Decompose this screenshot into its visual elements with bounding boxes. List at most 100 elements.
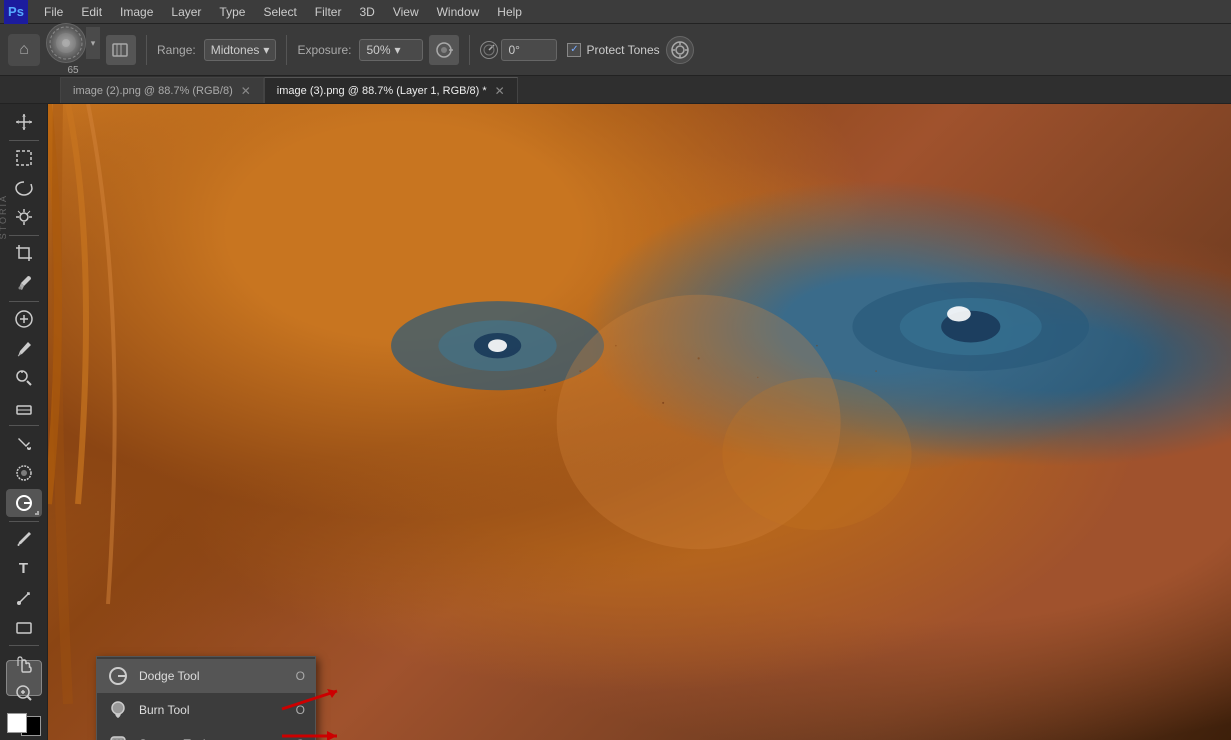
- eraser-icon: [14, 398, 34, 418]
- eyedropper-btn[interactable]: [6, 269, 42, 297]
- menu-view[interactable]: View: [385, 3, 427, 21]
- brush-btn[interactable]: [6, 335, 42, 363]
- type-btn[interactable]: T: [6, 555, 42, 583]
- crop-btn[interactable]: [6, 240, 42, 268]
- sidebar-label: STORIA: [0, 194, 8, 239]
- brush-circle-icon: [48, 25, 84, 61]
- flyout-burn-tool[interactable]: Burn Tool O: [97, 693, 315, 727]
- rect-shape-btn[interactable]: [6, 614, 42, 642]
- blur-icon: [14, 463, 34, 483]
- move-icon: [14, 112, 34, 132]
- dodge-tool-label: Dodge Tool: [139, 669, 286, 683]
- menu-layer[interactable]: Layer: [163, 3, 209, 21]
- burn-tool-shortcut: O: [296, 703, 305, 717]
- pen-icon: [14, 529, 34, 549]
- target-button[interactable]: [666, 36, 694, 64]
- toolbar-sep-1: [9, 140, 39, 141]
- crop-icon: [14, 243, 34, 263]
- rect-select-btn[interactable]: [6, 144, 42, 172]
- exposure-value: 50%: [366, 43, 390, 57]
- dodge-burn-btn[interactable]: [6, 489, 42, 517]
- flyout-dodge-tool[interactable]: Dodge Tool O: [97, 659, 315, 693]
- angle-icon: [480, 41, 498, 59]
- toolbar: T: [0, 104, 48, 740]
- tab-1[interactable]: image (3).png @ 88.7% (Layer 1, RGB/8) *…: [264, 77, 518, 103]
- portrait-image: [48, 104, 1231, 740]
- flyout-sponge-tool[interactable]: Sponge Tool O: [97, 727, 315, 740]
- sponge-tool-icon: [107, 733, 129, 740]
- tool-sub-indicator: [35, 511, 39, 515]
- toolbar-sep-5: [9, 521, 39, 522]
- tabbar: ≫ image (2).png @ 88.7% (RGB/8) ✕ image …: [0, 76, 1231, 104]
- path-select-btn[interactable]: [6, 584, 42, 612]
- range-dropdown[interactable]: Midtones ▾: [204, 39, 277, 61]
- lasso-icon: [14, 178, 34, 198]
- protect-tones-checkbox[interactable]: [567, 43, 581, 57]
- tool-mode-icon: [111, 40, 131, 60]
- tab-0[interactable]: image (2).png @ 88.7% (RGB/8) ✕: [60, 77, 264, 103]
- rect-shape-icon: [14, 618, 34, 638]
- protect-tones-label: Protect Tones: [586, 43, 659, 57]
- clone-icon: [14, 368, 34, 388]
- menu-type[interactable]: Type: [211, 3, 253, 21]
- rect-select-icon: [14, 148, 34, 168]
- separator-3: [469, 35, 470, 65]
- menu-help[interactable]: Help: [489, 3, 530, 21]
- brush-preview[interactable]: [46, 23, 86, 63]
- menu-image[interactable]: Image: [112, 3, 161, 21]
- toolbar-sep-2: [9, 235, 39, 236]
- eraser-btn[interactable]: [6, 394, 42, 422]
- magic-wand-btn[interactable]: [6, 203, 42, 231]
- tab-1-label: image (3).png @ 88.7% (Layer 1, RGB/8) *: [277, 85, 487, 97]
- separator-2: [286, 35, 287, 65]
- pen-btn[interactable]: [6, 525, 42, 553]
- brush-dropdown-button[interactable]: ▾: [86, 27, 100, 59]
- target-icon: [670, 40, 690, 60]
- main-layout: T: [0, 104, 1231, 740]
- home-button[interactable]: ⌂: [8, 34, 40, 66]
- airbrush-button[interactable]: [429, 35, 459, 65]
- brush-preview-wrapper: ▾ 65: [46, 23, 100, 76]
- color-picker[interactable]: [7, 713, 41, 736]
- burn-tool-label: Burn Tool: [139, 703, 286, 717]
- fill-btn[interactable]: [6, 430, 42, 458]
- heal-btn[interactable]: [6, 305, 42, 333]
- menu-file[interactable]: File: [36, 3, 71, 21]
- exposure-dropdown-arrow: ▾: [395, 43, 401, 57]
- clone-btn[interactable]: [6, 364, 42, 392]
- angle-input[interactable]: 0°: [501, 39, 557, 61]
- ps-logo: Ps: [4, 0, 28, 24]
- menu-filter[interactable]: Filter: [307, 3, 350, 21]
- separator-1: [146, 35, 147, 65]
- tab-0-label: image (2).png @ 88.7% (RGB/8): [73, 85, 233, 97]
- lasso-btn[interactable]: [6, 174, 42, 202]
- type-icon: T: [19, 560, 28, 577]
- zoom-btn[interactable]: [6, 680, 42, 708]
- blur-btn[interactable]: [6, 460, 42, 488]
- portrait-overlay: [48, 104, 1231, 740]
- exposure-input[interactable]: 50% ▾: [359, 39, 423, 61]
- menu-edit[interactable]: Edit: [73, 3, 110, 21]
- menu-window[interactable]: Window: [429, 3, 488, 21]
- eyedropper-icon: [14, 273, 34, 293]
- menu-select[interactable]: Select: [255, 3, 304, 21]
- dodge-tool-shortcut: O: [296, 669, 305, 683]
- hand-btn[interactable]: [6, 650, 42, 678]
- exposure-label: Exposure:: [297, 43, 351, 57]
- tab-1-close[interactable]: ✕: [495, 84, 505, 98]
- brush-size-label: 65: [67, 65, 78, 76]
- move-tool-btn[interactable]: [6, 108, 42, 136]
- angle-control: 0°: [480, 39, 557, 61]
- toolbar-sep-3: [9, 301, 39, 302]
- tab-0-close[interactable]: ✕: [241, 84, 251, 98]
- menu-3d[interactable]: 3D: [351, 3, 382, 21]
- fill-icon: [14, 434, 34, 454]
- path-select-icon: [14, 588, 34, 608]
- tool-flyout-menu: Dodge Tool O Burn Tool O: [96, 656, 316, 740]
- dodge-tool-icon: [107, 665, 129, 687]
- foreground-color: [7, 713, 27, 733]
- hand-icon: [14, 654, 34, 674]
- magic-wand-icon: [14, 207, 34, 227]
- burn-tool-icon: [107, 699, 129, 721]
- tool-mode-button[interactable]: [106, 35, 136, 65]
